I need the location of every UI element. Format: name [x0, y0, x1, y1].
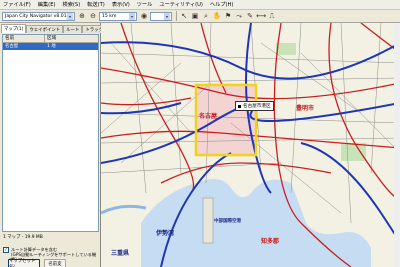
- map-label-toyoake: 豊明市: [296, 105, 315, 112]
- left-panel: マップ(1) ウェイポイント ルート トラック 名前 区域 名古屋 1 地 1 …: [0, 23, 106, 267]
- map-product-select[interactable]: Japan City Navigator v8.01 ▾: [2, 11, 75, 21]
- select-arrow-icon[interactable]: ↖: [179, 11, 189, 21]
- map-label-mie: 三重県: [111, 250, 130, 257]
- map-tooltip-text: 名古屋市港区: [243, 104, 271, 109]
- map-view[interactable]: 名古屋市港区 名古屋 豊明市 中部国際空港 伊勢湾 三重県 知多郡: [101, 23, 400, 267]
- scale-value: 15 km: [102, 13, 117, 19]
- column-header-area[interactable]: 区域: [45, 35, 98, 42]
- map-tool-icon[interactable]: ▣: [190, 11, 200, 21]
- measure-tool-icon[interactable]: ⟷: [256, 11, 266, 21]
- menu-bar: ファイル(F) 編集(E) 検索(S) 転送(T) 表示(V) ツール ユーティ…: [0, 0, 400, 10]
- list-header: 名前 区域: [3, 35, 98, 43]
- tab-maps[interactable]: マップ(1): [1, 24, 27, 33]
- menu-search[interactable]: 検索(S): [63, 1, 81, 8]
- zoom-tool-icon[interactable]: ⌕: [201, 11, 211, 21]
- map-label-chita: 知多郡: [261, 238, 280, 245]
- column-header-name[interactable]: 名前: [3, 35, 45, 42]
- map-product-value: Japan City Navigator v8.01: [5, 13, 67, 19]
- route-tool-icon[interactable]: ⤳: [234, 11, 244, 21]
- list-item[interactable]: 名古屋 1 地: [3, 43, 98, 50]
- map-canvas: [101, 23, 400, 267]
- chevron-down-icon: ▾: [164, 12, 170, 20]
- zoom-in-icon[interactable]: ⊕: [77, 11, 87, 21]
- map-tooltip: 名古屋市港区: [235, 101, 274, 111]
- list-item-area: 1 地: [47, 44, 56, 49]
- profile-tool-icon[interactable]: ⎍: [267, 11, 277, 21]
- chevron-down-icon: ▾: [67, 12, 73, 20]
- waypoint-tool-icon[interactable]: ⚑: [223, 11, 233, 21]
- tab-bar: マップ(1) ウェイポイント ルート トラック: [0, 23, 106, 33]
- map-size-status: 1 マップ - 19.9 MB: [3, 235, 43, 240]
- menu-view[interactable]: 表示(V): [112, 1, 130, 8]
- rename-button[interactable]: 名前変: [44, 259, 66, 267]
- tab-routes[interactable]: ルート: [63, 25, 83, 33]
- toolbar-separator: [176, 11, 177, 21]
- eye-icon[interactable]: ◉: [139, 11, 149, 21]
- routing-checkbox[interactable]: ✓: [3, 247, 9, 253]
- menu-help[interactable]: ヘルプ(H): [210, 1, 234, 8]
- map-scrollbar[interactable]: [394, 23, 400, 267]
- hand-pan-icon[interactable]: ✋: [212, 11, 222, 21]
- map-label-ise-bay: 伊勢湾: [156, 230, 175, 237]
- map-label-nagoya: 名古屋: [199, 113, 218, 120]
- menu-file[interactable]: ファイル(F): [3, 1, 31, 8]
- zoom-out-icon[interactable]: ⊖: [88, 11, 98, 21]
- map-list: 名前 区域 名古屋 1 地: [2, 34, 99, 232]
- menu-utility[interactable]: ユーティリティ(U): [159, 1, 203, 8]
- scale-select[interactable]: 15 km ▾: [99, 11, 137, 21]
- map-label-airport: 中部国際空港: [214, 219, 241, 224]
- chevron-down-icon: ▾: [129, 12, 135, 20]
- mapset-name-button[interactable]: マップセット名(: [8, 259, 40, 267]
- location-dot-icon: [238, 104, 241, 108]
- toolbar: Japan City Navigator v8.01 ▾ ⊕ ⊖ 15 km ▾…: [0, 10, 400, 23]
- menu-transfer[interactable]: 転送(T): [87, 1, 105, 8]
- track-tool-icon[interactable]: ✎: [245, 11, 255, 21]
- list-item-name: 名古屋: [5, 44, 19, 49]
- tab-waypoints[interactable]: ウェイポイント: [26, 25, 64, 33]
- menu-edit[interactable]: 編集(E): [38, 1, 56, 8]
- menu-tools[interactable]: ツール: [137, 1, 153, 8]
- view-select[interactable]: ▾: [150, 11, 172, 21]
